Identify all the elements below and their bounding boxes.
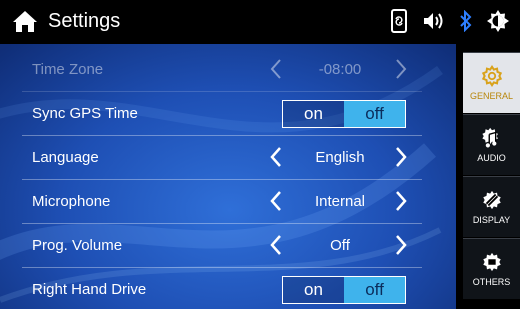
chevron-right-icon[interactable] [394, 190, 408, 212]
page-title: Settings [48, 10, 121, 32]
setting-label: Language [32, 149, 99, 166]
setting-value: Internal [314, 193, 366, 210]
right-hand-drive-toggle[interactable]: on off [282, 276, 406, 304]
chevron-right-icon[interactable] [394, 234, 408, 256]
chevron-left-icon[interactable] [269, 146, 283, 168]
phone-sync-icon [391, 9, 407, 33]
setting-value: -08:00 [318, 61, 362, 78]
display-gear-icon [482, 190, 501, 210]
chevron-right-icon[interactable] [394, 146, 408, 168]
setting-value: English [315, 149, 365, 166]
chevron-left-icon[interactable] [269, 234, 283, 256]
toggle-off-option[interactable]: off [344, 101, 405, 127]
toggle-on-option[interactable]: on [283, 277, 344, 303]
top-bar: Settings [0, 0, 520, 44]
sync-gps-toggle[interactable]: on off [282, 100, 406, 128]
tab-others[interactable]: OTHERS [463, 238, 520, 300]
setting-label: Right Hand Drive [32, 281, 147, 298]
tab-label: OTHERS [472, 277, 511, 287]
tab-audio[interactable]: AUDIO [463, 114, 520, 176]
tab-general[interactable]: GENERAL [463, 52, 520, 114]
setting-row-time-zone: Time Zone -08:00 [22, 48, 422, 92]
category-sidebar: GENERAL AUDIO DISPLAY OTHERS [456, 44, 520, 309]
setting-row-sync-gps-time: Sync GPS Time on off [22, 92, 422, 136]
setting-label: Prog. Volume [32, 237, 123, 254]
toggle-off-option[interactable]: off [344, 277, 405, 303]
settings-list: Time Zone -08:00 Sync GPS Time on off La… [22, 48, 422, 309]
setting-label: Time Zone [32, 61, 104, 78]
tab-label: DISPLAY [472, 215, 511, 225]
setting-label: Sync GPS Time [32, 105, 138, 122]
others-gear-icon [482, 252, 501, 272]
toggle-on-option[interactable]: on [283, 101, 344, 127]
tab-label: GENERAL [469, 91, 513, 101]
volume-icon [424, 13, 443, 29]
bluetooth-icon [460, 10, 472, 32]
chevron-left-icon[interactable] [269, 58, 283, 80]
chevron-left-icon[interactable] [269, 190, 283, 212]
brightness-icon [487, 10, 509, 32]
gear-icon [481, 65, 502, 87]
status-icons [390, 8, 510, 34]
setting-row-prog-volume: Prog. Volume Off [22, 224, 422, 268]
setting-row-microphone: Microphone Internal [22, 180, 422, 224]
home-icon[interactable] [12, 9, 38, 33]
music-gear-icon [481, 127, 498, 148]
setting-label: Microphone [32, 193, 111, 210]
setting-value: Off [330, 237, 350, 254]
settings-screen: Settings Time Zone -08:00 Sync GPS Time … [0, 0, 520, 309]
tab-label: AUDIO [477, 153, 506, 163]
title-area: Settings [12, 9, 120, 33]
setting-row-right-hand-drive: Right Hand Drive on off [22, 268, 422, 309]
setting-row-language: Language English [22, 136, 422, 180]
tab-display[interactable]: DISPLAY [463, 176, 520, 238]
chevron-right-icon[interactable] [394, 58, 408, 80]
